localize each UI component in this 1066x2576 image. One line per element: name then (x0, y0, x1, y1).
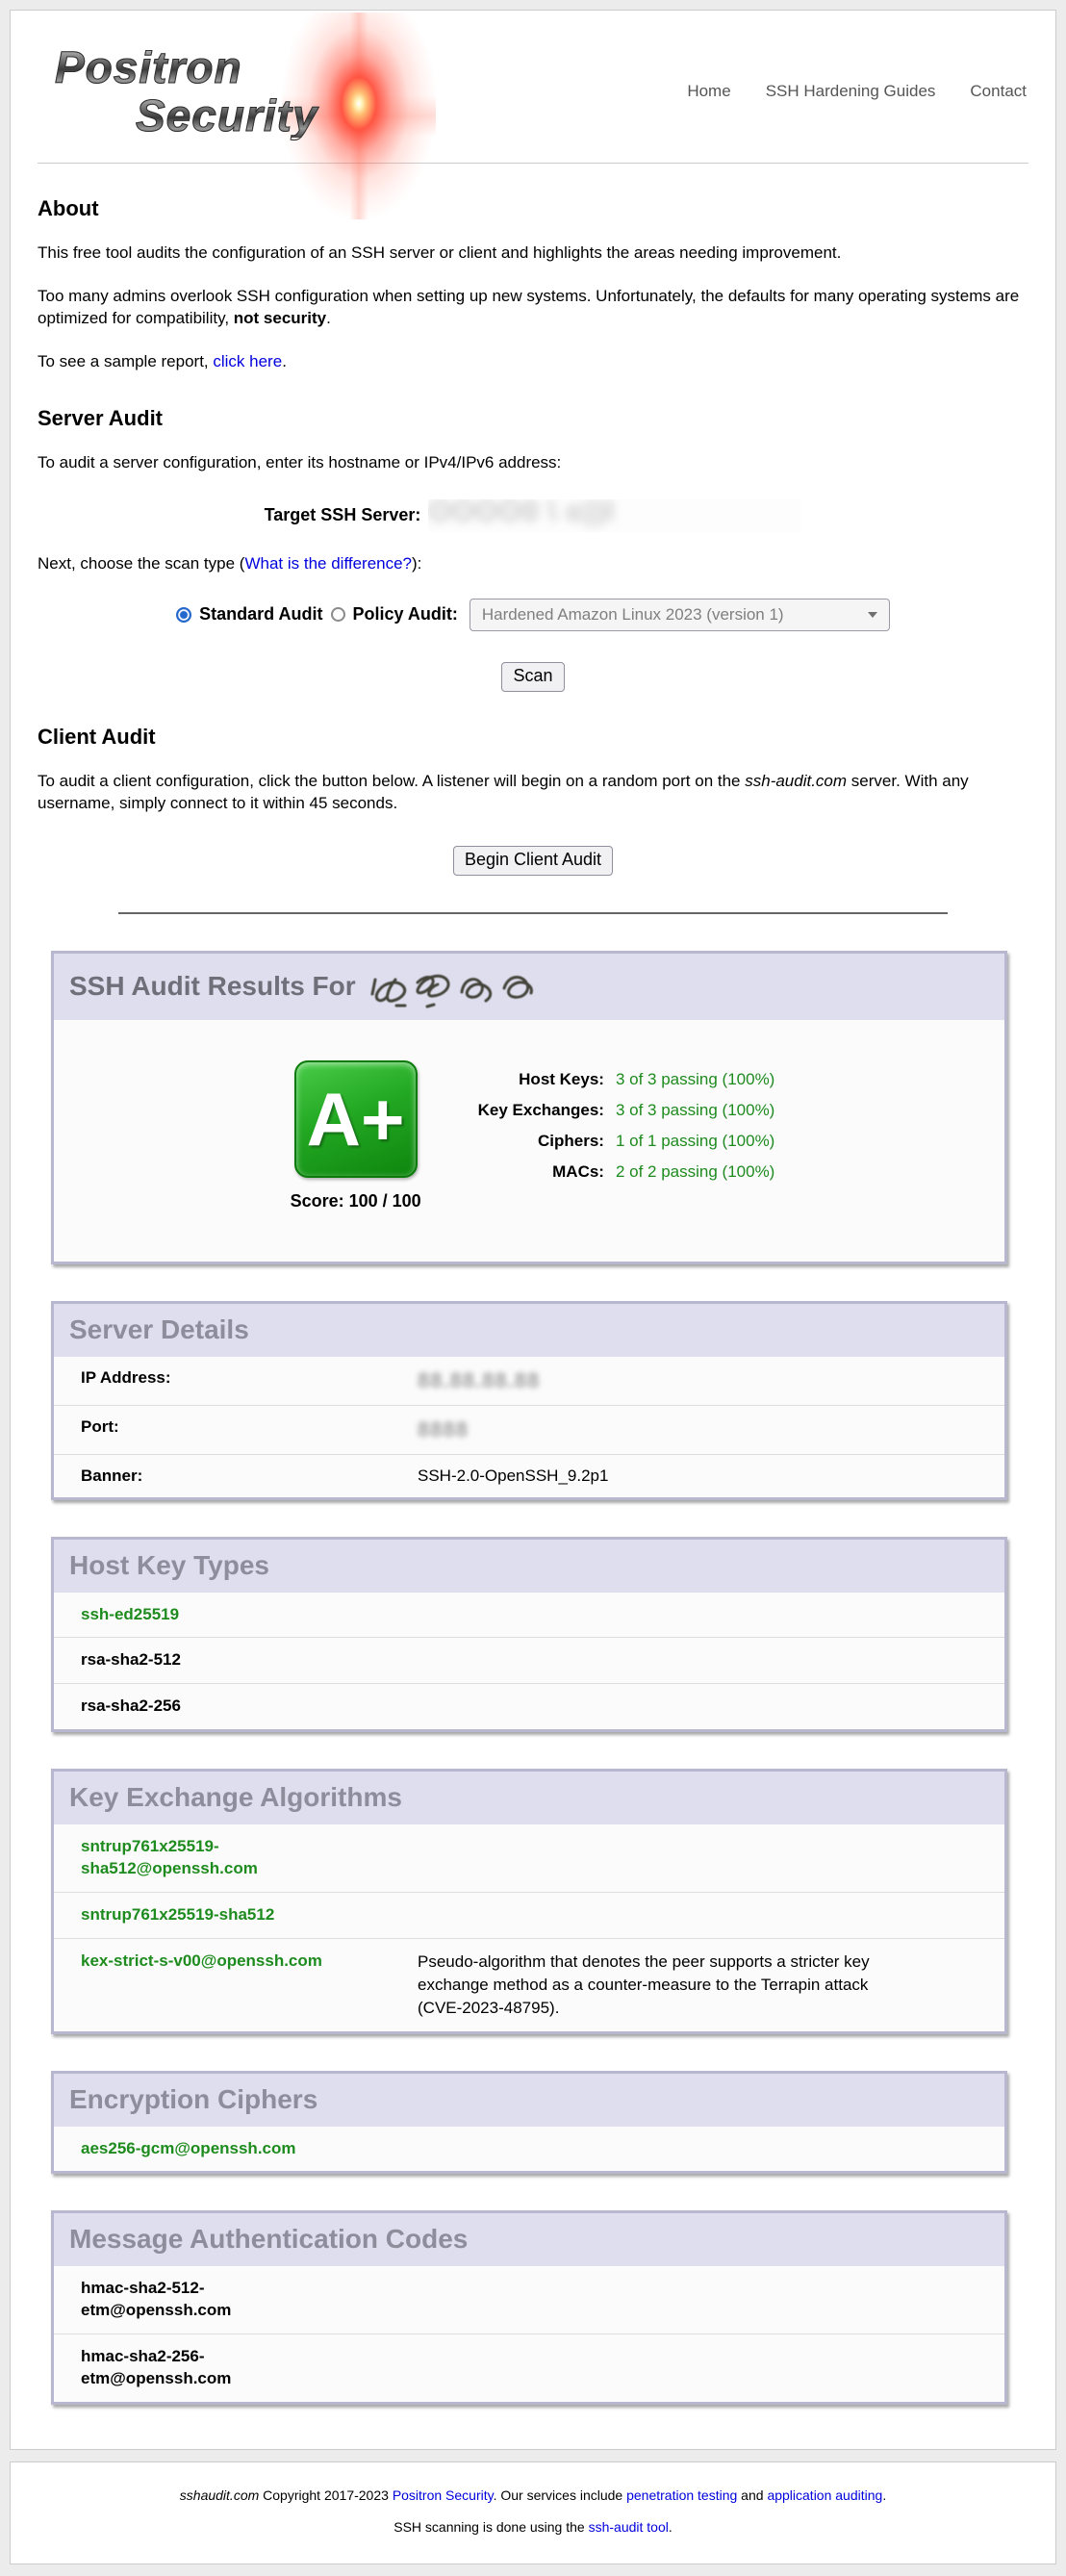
client-audit-domain: ssh-audit.com (745, 772, 847, 790)
site-header: Positron Security Home SSH Hardening Gui… (11, 11, 1055, 145)
list-item: aes256-gcm@openssh.com (54, 2127, 1004, 2172)
list-item: sntrup761x25519-sha512 (54, 1892, 1004, 1938)
banner-row: Banner: SSH-2.0-OpenSSH_9.2p1 (54, 1454, 1004, 1497)
nav-contact[interactable]: Contact (970, 82, 1027, 145)
stat-row-ciphers: Ciphers: 1 of 1 passing (100%) (478, 1126, 775, 1157)
port-row: Port: 8888 (54, 1405, 1004, 1454)
logo-text-line2: Security (136, 93, 318, 138)
client-audit-button-row: Begin Client Audit (38, 846, 1028, 876)
results-separator (118, 912, 948, 914)
about-p2-text: Too many admins overlook SSH configurati… (38, 287, 1019, 327)
server-details-title: Server Details (54, 1304, 1004, 1357)
banner-value: SSH-2.0-OpenSSH_9.2p1 (418, 1467, 608, 1486)
penetration-testing-link[interactable]: penetration testing (626, 2487, 737, 2503)
about-p2-bold: not security (234, 309, 326, 327)
nav-home[interactable]: Home (687, 82, 730, 145)
key-exchange-box: Key Exchange Algorithms sntrup761x25519-… (51, 1769, 1007, 2033)
client-audit-intro: To audit a client configuration, click t… (38, 771, 1028, 815)
ssh-audit-tool-link[interactable]: ssh-audit tool (589, 2519, 669, 2535)
macs-title: Message Authentication Codes (54, 2213, 1004, 2266)
main-content-box: Positron Security Home SSH Hardening Gui… (10, 10, 1056, 2450)
list-item: sntrup761x25519-sha512@openssh.com (54, 1824, 1004, 1892)
list-item: hmac-sha2-512-etm@openssh.com (54, 2266, 1004, 2334)
redacted-ip-blob: 88.88.88.88 (418, 1368, 540, 1393)
stats-table: Host Keys: 3 of 3 passing (100%) Key Exc… (478, 1064, 775, 1187)
logo-text-line1: Positron (55, 45, 242, 89)
list-item: rsa-sha2-256 (54, 1683, 1004, 1729)
target-server-row: Target SSH Server: OOOO0 \ o))l (38, 499, 1028, 532)
redacted-port-blob: 8888 (418, 1417, 469, 1442)
about-paragraph-3: To see a sample report, click here. (38, 351, 1028, 373)
scan-button[interactable]: Scan (501, 662, 564, 692)
scan-type-radio-row: Standard Audit Policy Audit: Hardened Am… (38, 599, 1028, 631)
positron-security-link[interactable]: Positron Security (393, 2487, 494, 2503)
ip-address-row: IP Address: 88.88.88.88 (54, 1357, 1004, 1405)
application-auditing-link[interactable]: application auditing (767, 2487, 882, 2503)
scan-type-prompt: Next, choose the scan type (What is the … (38, 553, 1028, 575)
nav-ssh-hardening-guides[interactable]: SSH Hardening Guides (766, 82, 936, 145)
footer-scanning-line: SSH scanning is done using the ssh-audit… (11, 2519, 1055, 2535)
server-details-box: Server Details IP Address: 88.88.88.88 P… (51, 1301, 1007, 1500)
redacted-hostname-blob: OOOO0 \ o))l (428, 499, 615, 528)
grade-block: A+ Score: 100 / 100 (284, 1060, 428, 1211)
site-footer: sshaudit.com Copyright 2017-2023 Positro… (10, 2461, 1056, 2564)
policy-selected-option: Hardened Amazon Linux 2023 (version 1) (482, 605, 784, 625)
scan-type-difference-link[interactable]: What is the difference? (244, 554, 412, 573)
key-exchange-title: Key Exchange Algorithms (54, 1772, 1004, 1824)
positron-security-logo: Positron Security (39, 28, 540, 145)
target-ssh-server-input[interactable]: OOOO0 \ o))l (428, 499, 801, 532)
about-heading: About (38, 196, 1028, 221)
scan-button-row: Scan (38, 662, 1028, 692)
host-key-types-title: Host Key Types (54, 1540, 1004, 1593)
standard-audit-label: Standard Audit (199, 604, 322, 625)
redacted-target-scribble (368, 968, 546, 1008)
target-ssh-server-label: Target SSH Server: (265, 505, 421, 525)
stat-row-key-exchanges: Key Exchanges: 3 of 3 passing (100%) (478, 1095, 775, 1126)
stat-row-macs: MACs: 2 of 2 passing (100%) (478, 1157, 775, 1187)
policy-audit-radio[interactable] (331, 607, 345, 622)
client-audit-heading: Client Audit (38, 725, 1028, 750)
grade-summary: A+ Score: 100 / 100 Host Keys: 3 of 3 pa… (54, 1020, 1004, 1262)
encryption-ciphers-box: Encryption Ciphers aes256-gcm@openssh.co… (51, 2071, 1007, 2175)
policy-audit-label: Policy Audit: (353, 604, 458, 625)
header-divider (38, 163, 1028, 164)
results-title: SSH Audit Results For (54, 954, 1004, 1020)
about-paragraph-1: This free tool audits the configuration … (38, 242, 1028, 265)
host-key-types-box: Host Key Types ssh-ed25519 rsa-sha2-512 … (51, 1537, 1007, 1733)
list-item: hmac-sha2-256-etm@openssh.com (54, 2334, 1004, 2402)
standard-audit-radio[interactable] (176, 607, 191, 623)
list-item: rsa-sha2-512 (54, 1637, 1004, 1683)
server-audit-intro: To audit a server configuration, enter i… (38, 452, 1028, 474)
begin-client-audit-button[interactable]: Begin Client Audit (453, 846, 613, 876)
macs-box: Message Authentication Codes hmac-sha2-5… (51, 2210, 1007, 2405)
footer-copyright-line: sshaudit.com Copyright 2017-2023 Positro… (11, 2487, 1055, 2503)
footer-site-name: sshaudit.com (180, 2487, 259, 2503)
stat-row-host-keys: Host Keys: 3 of 3 passing (100%) (478, 1064, 775, 1095)
policy-select[interactable]: Hardened Amazon Linux 2023 (version 1) (470, 599, 890, 631)
encryption-ciphers-title: Encryption Ciphers (54, 2074, 1004, 2127)
grade-badge: A+ (294, 1060, 418, 1178)
score-text: Score: 100 / 100 (284, 1191, 428, 1211)
kex-strict-note: Pseudo-algorithm that denotes the peer s… (418, 1951, 889, 2019)
top-nav: Home SSH Hardening Guides Contact (687, 82, 1027, 145)
sample-report-link[interactable]: click here (213, 352, 282, 370)
chevron-down-icon (868, 612, 877, 618)
about-paragraph-2: Too many admins overlook SSH configurati… (38, 286, 1028, 330)
server-audit-heading: Server Audit (38, 406, 1028, 431)
list-item: kex-strict-s-v00@openssh.com Pseudo-algo… (54, 1938, 1004, 2030)
list-item: ssh-ed25519 (54, 1593, 1004, 1638)
ssh-audit-results-box: SSH Audit Results For A+ Score: 100 / 10… (51, 951, 1007, 1264)
